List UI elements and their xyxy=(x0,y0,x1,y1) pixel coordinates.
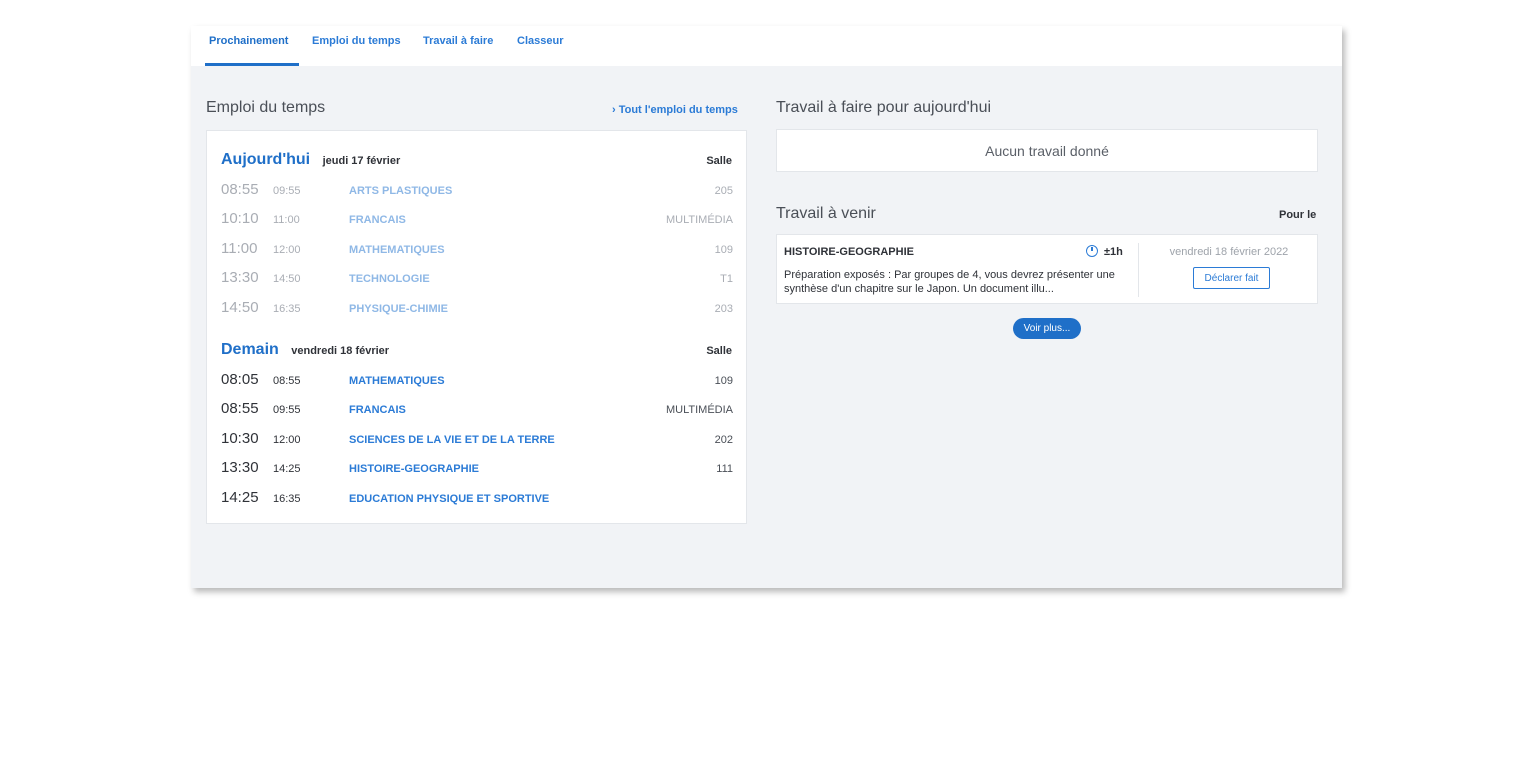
tab-bar: Prochainement Emploi du temps Travail à … xyxy=(191,26,1342,66)
room-header-today: Salle xyxy=(706,155,732,167)
schedule-row[interactable]: 11:00 12:00 MATHEMATIQUES 109 xyxy=(221,240,733,264)
end-time: 14:25 xyxy=(273,463,301,475)
schedule-card: Aujourd'hui jeudi 17 février Salle 08:55… xyxy=(206,130,747,524)
schedule-row[interactable]: 14:50 16:35 PHYSIQUE-CHIMIE 203 xyxy=(221,299,733,323)
schedule-row[interactable]: 13:30 14:50 TECHNOLOGIE T1 xyxy=(221,269,733,293)
schedule-row[interactable]: 14:25 16:35 EDUCATION PHYSIQUE ET SPORTI… xyxy=(221,489,733,513)
today-label: Aujourd'hui xyxy=(221,151,311,168)
tab-emploi-du-temps[interactable]: Emploi du temps xyxy=(312,35,401,47)
no-homework-message: Aucun travail donné xyxy=(985,143,1109,159)
homework-item[interactable]: HISTOIRE-GEOGRAPHIE ±1h Préparation expo… xyxy=(776,234,1318,304)
room: 202 xyxy=(714,434,733,446)
homework-today-card: Aucun travail donné xyxy=(776,129,1318,172)
schedule-row[interactable]: 08:55 09:55 ARTS PLASTIQUES 205 xyxy=(221,181,733,205)
today-date: jeudi 17 février xyxy=(322,155,401,167)
end-time: 09:55 xyxy=(273,404,301,416)
declare-done-button[interactable]: Déclarer fait xyxy=(1193,267,1270,289)
subject: HISTOIRE-GEOGRAPHIE xyxy=(349,463,479,475)
tab-travail-a-faire[interactable]: Travail à faire xyxy=(423,35,493,47)
end-time: 14:50 xyxy=(273,273,301,285)
end-time: 12:00 xyxy=(273,244,301,256)
end-time: 16:35 xyxy=(273,303,301,315)
homework-upcoming-title: Travail à venir xyxy=(776,205,876,222)
end-time: 09:55 xyxy=(273,185,301,197)
due-column-header: Pour le xyxy=(1279,209,1317,221)
clock-icon xyxy=(1086,245,1098,257)
room: 111 xyxy=(716,463,733,475)
start-time: 11:00 xyxy=(221,240,258,257)
active-tab-indicator xyxy=(205,63,299,66)
start-time: 13:30 xyxy=(221,269,259,286)
start-time: 08:55 xyxy=(221,400,259,417)
end-time: 16:35 xyxy=(273,493,301,505)
homework-duration: ±1h xyxy=(1104,246,1123,258)
see-more-button[interactable]: Voir plus... xyxy=(1013,318,1081,339)
schedule-title: Emploi du temps xyxy=(206,99,326,116)
room: 203 xyxy=(714,303,733,315)
tomorrow-label: Demain xyxy=(221,341,279,358)
subject: EDUCATION PHYSIQUE ET SPORTIVE xyxy=(349,493,550,505)
homework-subject: HISTOIRE-GEOGRAPHIE xyxy=(784,246,914,258)
room-header-tomorrow: Salle xyxy=(706,345,732,357)
full-schedule-link[interactable]: › Tout l'emploi du temps xyxy=(612,104,738,116)
tomorrow-header: Demain vendredi 18 février xyxy=(221,341,389,359)
subject: ARTS PLASTIQUES xyxy=(349,185,453,197)
subject: FRANCAIS xyxy=(349,404,406,416)
subject: FRANCAIS xyxy=(349,214,406,226)
schedule-row[interactable]: 10:10 11:00 FRANCAIS MULTIMÉDIA xyxy=(221,210,733,234)
start-time: 10:30 xyxy=(221,430,259,447)
start-time: 14:50 xyxy=(221,299,259,316)
subject: SCIENCES DE LA VIE ET DE LA TERRE xyxy=(349,434,555,446)
end-time: 11:00 xyxy=(273,214,300,226)
subject: MATHEMATIQUES xyxy=(349,244,445,256)
end-time: 12:00 xyxy=(273,434,301,446)
start-time: 14:25 xyxy=(221,489,259,506)
schedule-row[interactable]: 13:30 14:25 HISTOIRE-GEOGRAPHIE 111 xyxy=(221,459,733,483)
start-time: 08:05 xyxy=(221,371,259,388)
room: MULTIMÉDIA xyxy=(665,404,733,416)
schedule-row[interactable]: 08:05 08:55 MATHEMATIQUES 109 xyxy=(221,371,733,395)
start-time: 10:10 xyxy=(221,210,259,227)
room: 109 xyxy=(714,375,733,387)
schedule-row[interactable]: 08:55 09:55 FRANCAIS MULTIMÉDIA xyxy=(221,400,733,424)
room: 109 xyxy=(714,244,733,256)
start-time: 08:55 xyxy=(221,181,259,198)
room: 205 xyxy=(714,185,733,197)
subject: PHYSIQUE-CHIMIE xyxy=(349,303,449,315)
homework-description: Préparation exposés : Par groupes de 4, … xyxy=(784,269,1115,295)
room: T1 xyxy=(720,273,733,285)
subject: MATHEMATIQUES xyxy=(349,375,445,387)
room: MULTIMÉDIA xyxy=(665,214,733,226)
app-window: Prochainement Emploi du temps Travail à … xyxy=(191,26,1342,588)
subject: TECHNOLOGIE xyxy=(349,273,430,285)
tab-classeur[interactable]: Classeur xyxy=(517,35,563,47)
today-header: Aujourd'hui jeudi 17 février xyxy=(221,151,400,169)
homework-today-title: Travail à faire pour aujourd'hui xyxy=(776,99,992,116)
homework-due-date: vendredi 18 février 2022 xyxy=(1169,246,1289,258)
tomorrow-date: vendredi 18 février xyxy=(291,345,390,357)
schedule-row[interactable]: 10:30 12:00 SCIENCES DE LA VIE ET DE LA … xyxy=(221,430,733,454)
end-time: 08:55 xyxy=(273,375,301,387)
start-time: 13:30 xyxy=(221,459,259,476)
tab-prochainement[interactable]: Prochainement xyxy=(209,35,288,47)
